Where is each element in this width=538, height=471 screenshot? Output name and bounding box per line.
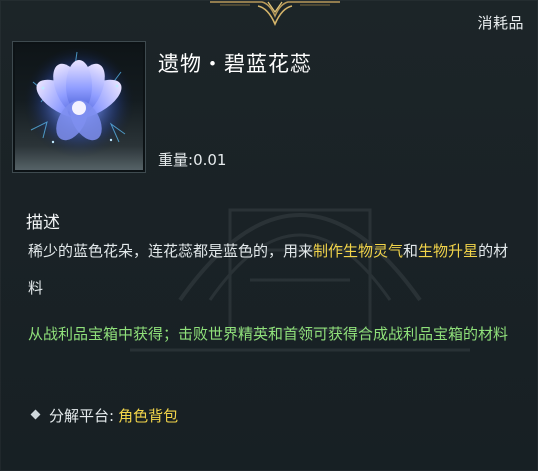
decompose-value: 角色背包 <box>118 407 179 425</box>
weight-value: 0.01 <box>193 151 227 169</box>
weight-label: 重量: <box>158 151 194 169</box>
description-heading: 描述 <box>26 213 60 233</box>
description-text-part: 稀少的蓝色花朵，连花蕊都是蓝色的，用来 <box>28 242 314 260</box>
bullet-diamond-icon <box>30 409 41 420</box>
blue-crystal-flower-icon <box>23 48 135 160</box>
description-text: 稀少的蓝色花朵，连花蕊都是蓝色的，用来制作生物灵气和生物升星的材料 <box>28 233 518 307</box>
description-text-part: 和 <box>403 242 419 260</box>
item-weight: 重量:0.01 <box>158 149 226 170</box>
highlight-star-up: 生物升星 <box>418 242 479 260</box>
item-icon-slot[interactable] <box>12 41 146 173</box>
decompose-label: 分解平台: <box>49 407 115 425</box>
decompose-platform-row: 分解平台: 角色背包 <box>30 405 179 426</box>
top-ornament <box>210 1 340 26</box>
highlight-craft-aura: 制作生物灵气 <box>313 242 404 260</box>
item-source-text: 从战利品宝箱中获得；击败世界精英和首领可获得合成战利品宝箱的材料 <box>28 325 509 343</box>
item-category-label: 消耗品 <box>477 14 524 32</box>
item-title: 遗物・碧蓝花蕊 <box>158 52 312 76</box>
